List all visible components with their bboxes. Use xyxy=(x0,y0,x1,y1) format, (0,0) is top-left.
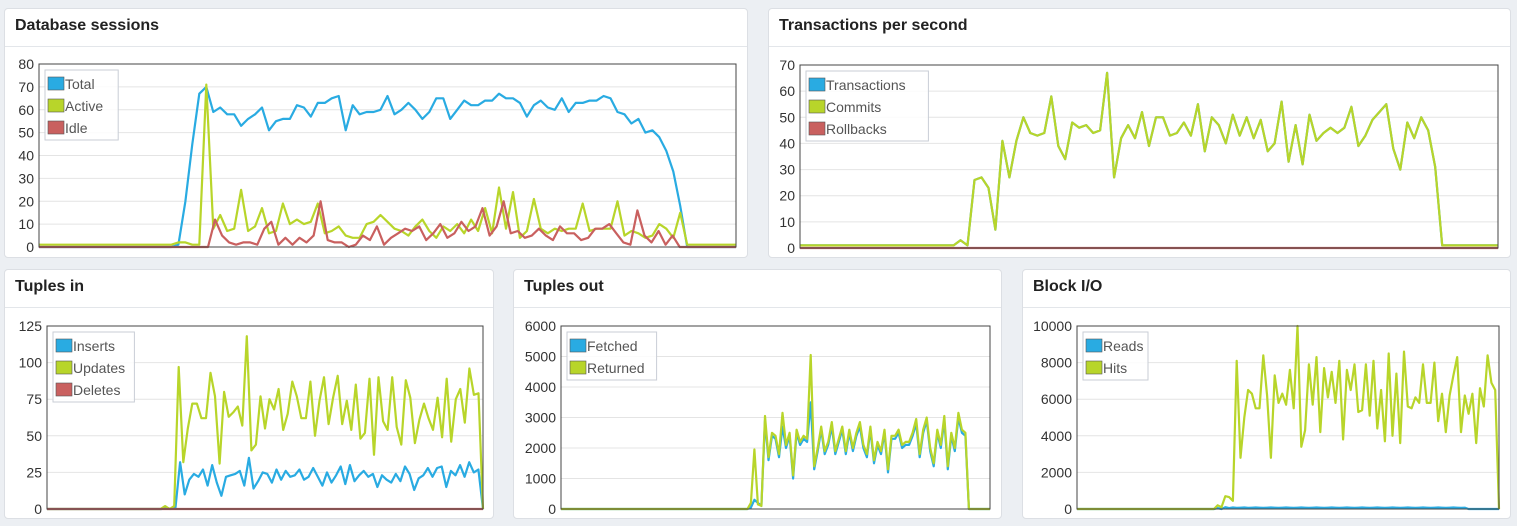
legend-swatch-deletes[interactable] xyxy=(55,382,73,397)
y-tick-label: 100 xyxy=(19,355,43,371)
y-tick-label: 0 xyxy=(548,501,556,517)
y-tick-label: 6000 xyxy=(1041,391,1072,407)
y-tick-label: 10 xyxy=(779,214,795,230)
y-tick-label: 40 xyxy=(779,135,795,151)
legend-swatch-inserts[interactable] xyxy=(55,338,73,353)
y-tick-label: 0 xyxy=(1064,501,1072,517)
y-tick-label: 5000 xyxy=(525,349,556,365)
block-io-panel: Block I/O 0 2000 4000 6000 8000 10000 Reads Hit… xyxy=(1022,269,1511,519)
legend-label-returned[interactable]: Returned xyxy=(587,360,645,376)
database-sessions-panel: Database sessions 0 10 20 30 40 50 60 70 80 Total… xyxy=(4,8,748,258)
legend-label-rollbacks[interactable]: Rollbacks xyxy=(826,121,887,137)
legend-swatch-returned[interactable] xyxy=(569,360,587,375)
series-line-active xyxy=(39,83,736,246)
y-tick-label: 0 xyxy=(787,240,795,256)
y-tick-label: 4000 xyxy=(525,379,556,395)
y-tick-label: 70 xyxy=(18,79,34,95)
legend-label-updates[interactable]: Updates xyxy=(73,360,125,376)
legend-swatch-total[interactable] xyxy=(47,76,65,91)
tuples-in-panel: Tuples in 0 25 50 75 100 125 Inserts Updates Del… xyxy=(4,269,494,519)
tuples-out-chart[interactable]: 0 1000 2000 3000 4000 5000 6000 Fetched Returned xyxy=(514,270,1003,520)
legend: Fetched Returned xyxy=(566,331,658,381)
legend-swatch-idle[interactable] xyxy=(47,120,65,135)
series-line-inserts xyxy=(47,456,485,511)
legend: Transactions Commits Rollbacks xyxy=(805,70,929,142)
y-tick-label: 125 xyxy=(19,318,43,334)
y-tick-label: 1000 xyxy=(525,471,556,487)
legend-label-reads[interactable]: Reads xyxy=(1103,338,1143,354)
legend: Total Active Idle xyxy=(44,69,119,141)
legend-label-transactions[interactable]: Transactions xyxy=(826,77,906,93)
y-tick-label: 6000 xyxy=(525,318,556,334)
transactions-per-second-chart[interactable]: 0 10 20 30 40 50 60 70 Transactions Commits Rollba… xyxy=(769,9,1512,259)
legend-label-inserts[interactable]: Inserts xyxy=(73,338,115,354)
y-tick-label: 10000 xyxy=(1033,318,1072,334)
y-tick-label: 60 xyxy=(18,102,34,118)
y-tick-label: 70 xyxy=(779,57,795,73)
legend-label-hits[interactable]: Hits xyxy=(1103,360,1127,376)
y-tick-label: 2000 xyxy=(525,440,556,456)
y-tick-label: 30 xyxy=(779,162,795,178)
y-tick-label: 20 xyxy=(18,193,34,209)
y-tick-label: 20 xyxy=(779,188,795,204)
legend-label-idle[interactable]: Idle xyxy=(65,120,88,136)
y-tick-label: 75 xyxy=(26,391,42,407)
y-tick-label: 50 xyxy=(18,125,34,141)
legend-swatch-active[interactable] xyxy=(47,98,65,113)
legend-swatch-updates[interactable] xyxy=(55,360,73,375)
y-tick-label: 30 xyxy=(18,170,34,186)
y-tick-label: 40 xyxy=(18,148,34,164)
legend-swatch-fetched[interactable] xyxy=(569,338,587,353)
legend-label-active[interactable]: Active xyxy=(65,98,103,114)
legend-label-total[interactable]: Total xyxy=(65,76,95,92)
database-sessions-chart[interactable]: 0 10 20 30 40 50 60 70 80 Total Active Idle xyxy=(5,9,749,259)
legend-label-deletes[interactable]: Deletes xyxy=(73,382,120,398)
transactions-per-second-panel: Transactions per second 0 10 20 30 40 50 60 70 T… xyxy=(768,8,1511,258)
legend-swatch-reads[interactable] xyxy=(1085,338,1103,353)
block-io-chart[interactable]: 0 2000 4000 6000 8000 10000 Reads Hits xyxy=(1023,270,1512,520)
y-tick-label: 60 xyxy=(779,83,795,99)
legend: Inserts Updates Deletes xyxy=(52,331,135,403)
y-tick-label: 3000 xyxy=(525,410,556,426)
y-tick-label: 25 xyxy=(26,464,42,480)
legend-swatch-hits[interactable] xyxy=(1085,360,1103,375)
y-tick-label: 2000 xyxy=(1041,464,1072,480)
legend-swatch-commits[interactable] xyxy=(808,99,826,114)
tuples-in-chart[interactable]: 0 25 50 75 100 125 Inserts Updates Deletes xyxy=(5,270,495,520)
y-tick-label: 50 xyxy=(779,109,795,125)
legend: Reads Hits xyxy=(1082,331,1149,381)
tuples-out-panel: Tuples out 0 1000 2000 3000 4000 5000 6000 Fetc… xyxy=(513,269,1002,519)
legend-swatch-transactions[interactable] xyxy=(808,77,826,92)
y-tick-label: 0 xyxy=(34,501,42,517)
y-tick-label: 4000 xyxy=(1041,428,1072,444)
y-tick-label: 0 xyxy=(26,239,34,255)
legend-label-fetched[interactable]: Fetched xyxy=(587,338,638,354)
legend-swatch-rollbacks[interactable] xyxy=(808,121,826,136)
legend-label-commits[interactable]: Commits xyxy=(826,99,881,115)
y-tick-label: 8000 xyxy=(1041,355,1072,371)
y-tick-label: 50 xyxy=(26,428,42,444)
y-tick-label: 10 xyxy=(18,216,34,232)
y-tick-label: 80 xyxy=(18,56,34,72)
